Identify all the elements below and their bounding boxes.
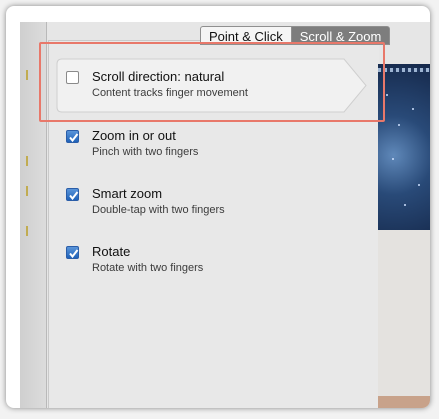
preview-floor [378, 396, 430, 408]
edge-mark [26, 226, 28, 236]
option-title: Rotate [92, 244, 131, 259]
checkbox-zoom[interactable] [66, 130, 79, 143]
checkbox-rotate[interactable] [66, 246, 79, 259]
checkbox-scroll-direction[interactable] [66, 71, 79, 84]
preview-sky [378, 64, 430, 230]
edge-mark [26, 156, 28, 166]
star-dot [392, 158, 394, 160]
option-subtitle: Rotate with two fingers [92, 262, 204, 274]
checkbox-smart-zoom[interactable] [66, 188, 79, 201]
star-dot [386, 94, 388, 96]
edge-mark [26, 186, 28, 196]
star-dot [412, 108, 414, 110]
option-title: Smart zoom [92, 186, 163, 201]
option-subtitle: Pinch with two fingers [92, 146, 199, 158]
preview-image [378, 64, 430, 408]
star-dot [404, 204, 406, 206]
checkmark-icon [69, 249, 79, 259]
edge-mark [26, 70, 28, 80]
option-title: Zoom in or out [92, 128, 176, 143]
option-subtitle: Double-tap with two fingers [92, 204, 225, 216]
checkmark-icon [69, 133, 79, 143]
star-dot [418, 184, 420, 186]
option-title: Scroll direction: natural [92, 69, 225, 84]
preview-stripes [378, 68, 430, 72]
checkmark-icon [69, 191, 79, 201]
option-subtitle: Content tracks finger movement [92, 87, 248, 99]
star-dot [398, 124, 400, 126]
